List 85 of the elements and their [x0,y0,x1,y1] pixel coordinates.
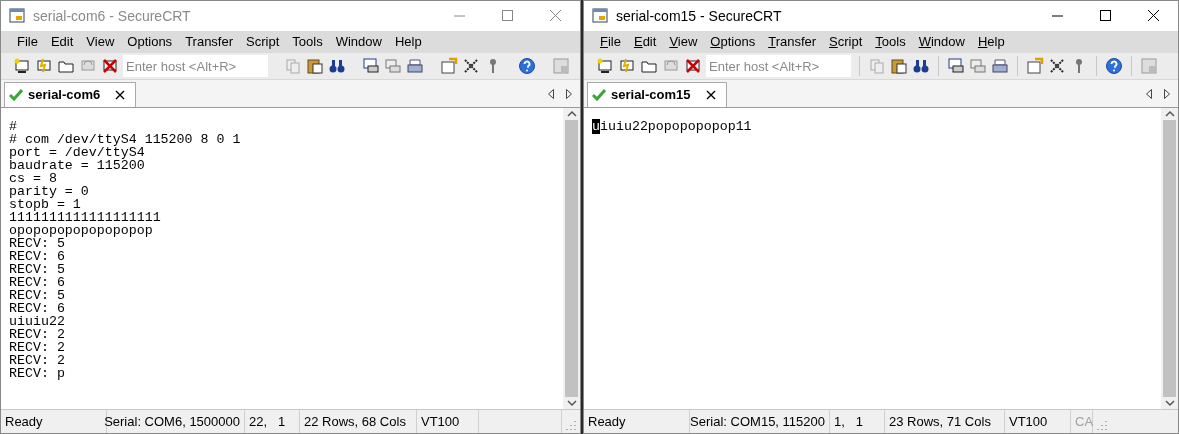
scroll-down-icon[interactable] [1164,399,1175,407]
app-icon [9,8,25,24]
terminal-line: RECV: 6 [9,302,65,315]
terminal-line: RECV: 5 [9,289,65,302]
terminal-line: uiuiu22 [9,315,65,328]
terminal-line: # com /dev/ttyS4 115200 8 0 1 [9,133,241,146]
terminal-line: RECV: 5 [9,237,65,250]
scroll-up-icon[interactable] [566,110,577,118]
menu-item[interactable]: Help [388,32,428,52]
app-icon [592,8,608,24]
menu-item[interactable]: Script [823,32,869,52]
terminal-line: opopopopopopopopop [9,224,153,237]
scrollbar[interactable] [563,108,580,409]
session-tab[interactable]: serial-com15 [587,82,727,107]
menu-item[interactable]: Edit [44,32,80,52]
terminal-line: RECV: 2 [9,341,65,354]
terminal-line: 1111111111111111111 [9,211,161,224]
host-field[interactable]: Enter host <Alt+R> [706,55,851,77]
terminal-line: RECV: 2 [9,354,65,367]
terminal-line: port = /dev/ttyS4 [9,146,145,159]
status-panel: Ready [584,410,690,433]
status-panel: CA [1071,410,1093,433]
computer-icon[interactable] [596,57,614,75]
status-panel: Serial: COM6, 1500000 [107,410,245,433]
scrollbar-thumb[interactable] [565,120,578,397]
host-field[interactable]: Enter host <Alt+R> [123,55,268,77]
resize-grip-icon[interactable] [565,419,577,431]
menu-item[interactable]: View [80,32,121,52]
scroll-up-icon[interactable] [1164,110,1175,118]
status-panel: 22 Rows, 68 Cols [300,410,417,433]
close-icon[interactable] [115,90,126,100]
maximize-icon[interactable] [1100,10,1112,22]
menu-item[interactable]: View [663,32,704,52]
menu-item[interactable]: Tools [286,32,329,52]
close-icon[interactable] [1148,10,1160,22]
menu-item[interactable]: Help [971,32,1011,52]
scroll-right-icon[interactable] [566,88,572,99]
window-title: serial-com6 - SecureCRT [33,6,191,26]
status-panel: 23 Rows, 71 Cols [885,410,1005,433]
scroll-down-icon[interactable] [566,399,577,407]
help-icon[interactable] [1105,57,1123,75]
status-panel: VT100 [417,410,479,433]
menu-item[interactable]: Window [912,32,971,52]
menu-item[interactable]: Tools [869,32,912,52]
menu-item[interactable]: Window [329,32,388,52]
binoculars-icon[interactable] [328,57,346,75]
terminal-line: RECV: 5 [9,263,65,276]
terminal-line: # [9,120,17,133]
menu-item[interactable]: Script [240,32,286,52]
scroll-left-icon[interactable] [548,88,554,99]
terminal-line: RECV: 6 [9,250,65,263]
computer-icon[interactable] [13,57,31,75]
terminal-line: RECV: 2 [9,328,65,341]
status-panel: 22, 1 [245,410,300,433]
menu-item[interactable]: Options [121,32,179,52]
menu-item[interactable]: Options [704,32,762,52]
terminal-line: stopb = 1 [9,198,81,211]
session-tab[interactable]: serial-com6 [4,82,137,107]
disconnect-icon[interactable] [684,57,702,75]
terminal-line: cs = 8 [9,172,57,185]
terminal-line: uiuiu22popopopopop11 [592,120,752,133]
scrollbar-thumb[interactable] [1163,120,1176,397]
menu-item[interactable]: Transfer [762,32,823,52]
disconnect-icon[interactable] [101,57,119,75]
terminal-line: baudrate = 115200 [9,159,145,172]
binoculars-icon[interactable] [912,57,930,75]
menu-item[interactable]: Transfer [179,32,240,52]
terminal-line: RECV: 6 [9,276,65,289]
status-panel: 1, 1 [830,410,885,433]
close-icon[interactable] [705,90,716,100]
help-icon[interactable] [518,57,536,75]
status-panel: Serial: COM15, 115200 [690,410,830,433]
menu-item[interactable]: File [594,32,627,52]
clipboard-icon[interactable] [890,57,908,75]
terminal-line: RECV: p [9,367,65,380]
scroll-right-icon[interactable] [1164,88,1170,99]
clipboard-icon[interactable] [306,57,324,75]
status-panel: VT100 [1005,410,1071,433]
menu-item[interactable]: Edit [627,32,663,52]
scrollbar[interactable] [1161,108,1178,409]
menu-item[interactable]: File [11,32,44,52]
window-title: serial-com15 - SecureCRT [616,6,782,26]
terminal-line: parity = 0 [9,185,89,198]
scroll-left-icon[interactable] [1146,88,1152,99]
resize-grip-icon[interactable] [1096,419,1108,431]
